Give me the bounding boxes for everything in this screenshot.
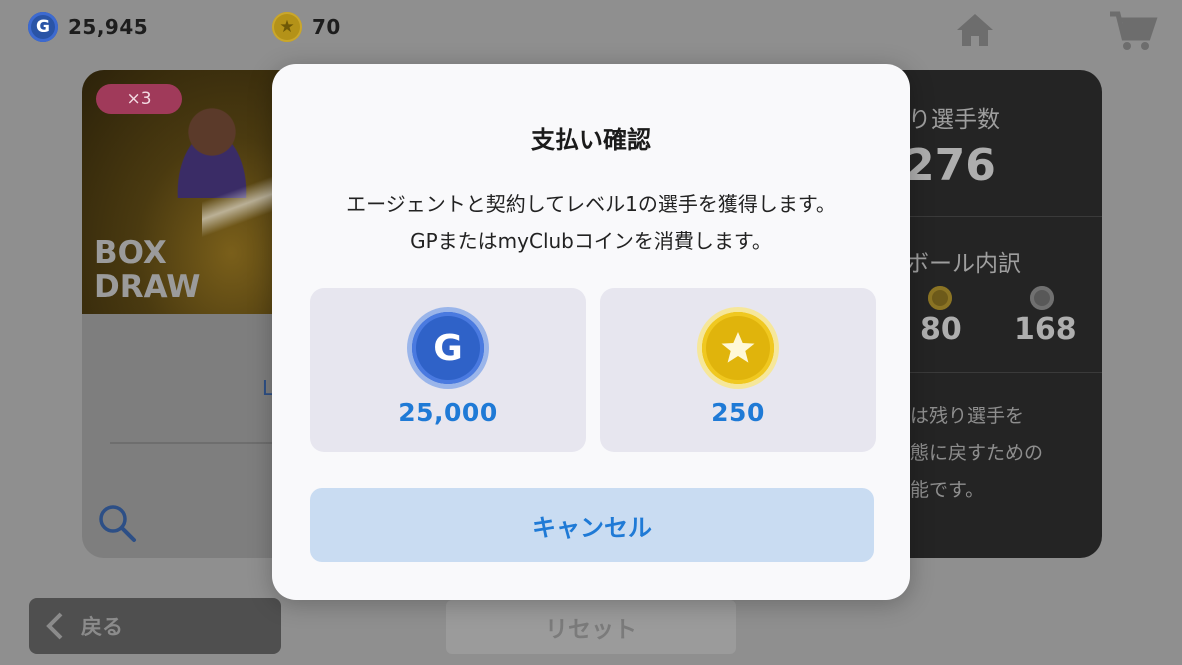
pay-with-gp-button[interactable]: G 25,000 <box>310 288 586 452</box>
card-divider <box>110 442 290 444</box>
cart-icon <box>1110 11 1158 50</box>
gp-coin-icon: G <box>412 312 484 384</box>
dialog-message: エージェントと契約してレベル1の選手を獲得します。 GPまたはmyClubコイン… <box>346 192 836 253</box>
remaining-players-panel: り選手数 276 ボール内訳 80 168 は残り選手を 態に戻すための 能です… <box>880 70 1102 558</box>
box-draw-title: BOX DRAW <box>94 235 201 305</box>
dialog-title: 支払い確認 <box>531 126 651 154</box>
shop-button[interactable] <box>1108 10 1158 50</box>
panel-divider <box>880 216 1102 217</box>
silver-ball-icon <box>1030 286 1054 310</box>
top-bar: G 25,945 ★ 70 <box>0 0 1182 56</box>
pay-with-coins-button[interactable]: 250 <box>600 288 876 452</box>
coin-balance: ★ 70 <box>272 12 341 42</box>
star-coin-icon: ★ <box>272 12 302 42</box>
remaining-count: 276 <box>904 140 996 191</box>
home-button[interactable] <box>953 10 997 50</box>
ball-breakdown-title: ボール内訳 <box>906 251 1021 277</box>
remaining-title: り選手数 <box>908 107 1000 133</box>
reset-button[interactable]: リセット <box>446 600 736 654</box>
back-label: 戻る <box>81 615 123 639</box>
silver-ball-count: 168 <box>1014 312 1077 347</box>
cancel-button[interactable]: キャンセル <box>310 488 874 562</box>
panel-description: は残り選手を 態に戻すための 能です。 <box>910 405 1044 501</box>
search-icon <box>99 505 136 542</box>
gold-ball-icon <box>928 286 952 310</box>
star-coin-icon <box>702 312 774 384</box>
gp-price: 25,000 <box>398 398 498 427</box>
chevron-left-icon <box>46 612 63 640</box>
gold-ball-count: 80 <box>920 312 962 347</box>
coin-amount: 70 <box>312 15 341 39</box>
sparkle-effect <box>202 130 282 280</box>
payment-confirm-dialog: 支払い確認 エージェントと契約してレベル1の選手を獲得します。 GPまたはmyC… <box>272 64 910 600</box>
home-icon <box>957 14 993 46</box>
gp-amount: 25,945 <box>68 15 149 39</box>
back-button[interactable]: 戻る <box>29 598 281 654</box>
panel-divider <box>880 372 1102 373</box>
coin-price: 250 <box>711 398 765 427</box>
multiplier-badge: ×3 <box>96 84 182 114</box>
gp-balance: G 25,945 <box>28 12 148 42</box>
search-button[interactable] <box>96 502 138 544</box>
gp-coin-icon: G <box>28 12 58 42</box>
